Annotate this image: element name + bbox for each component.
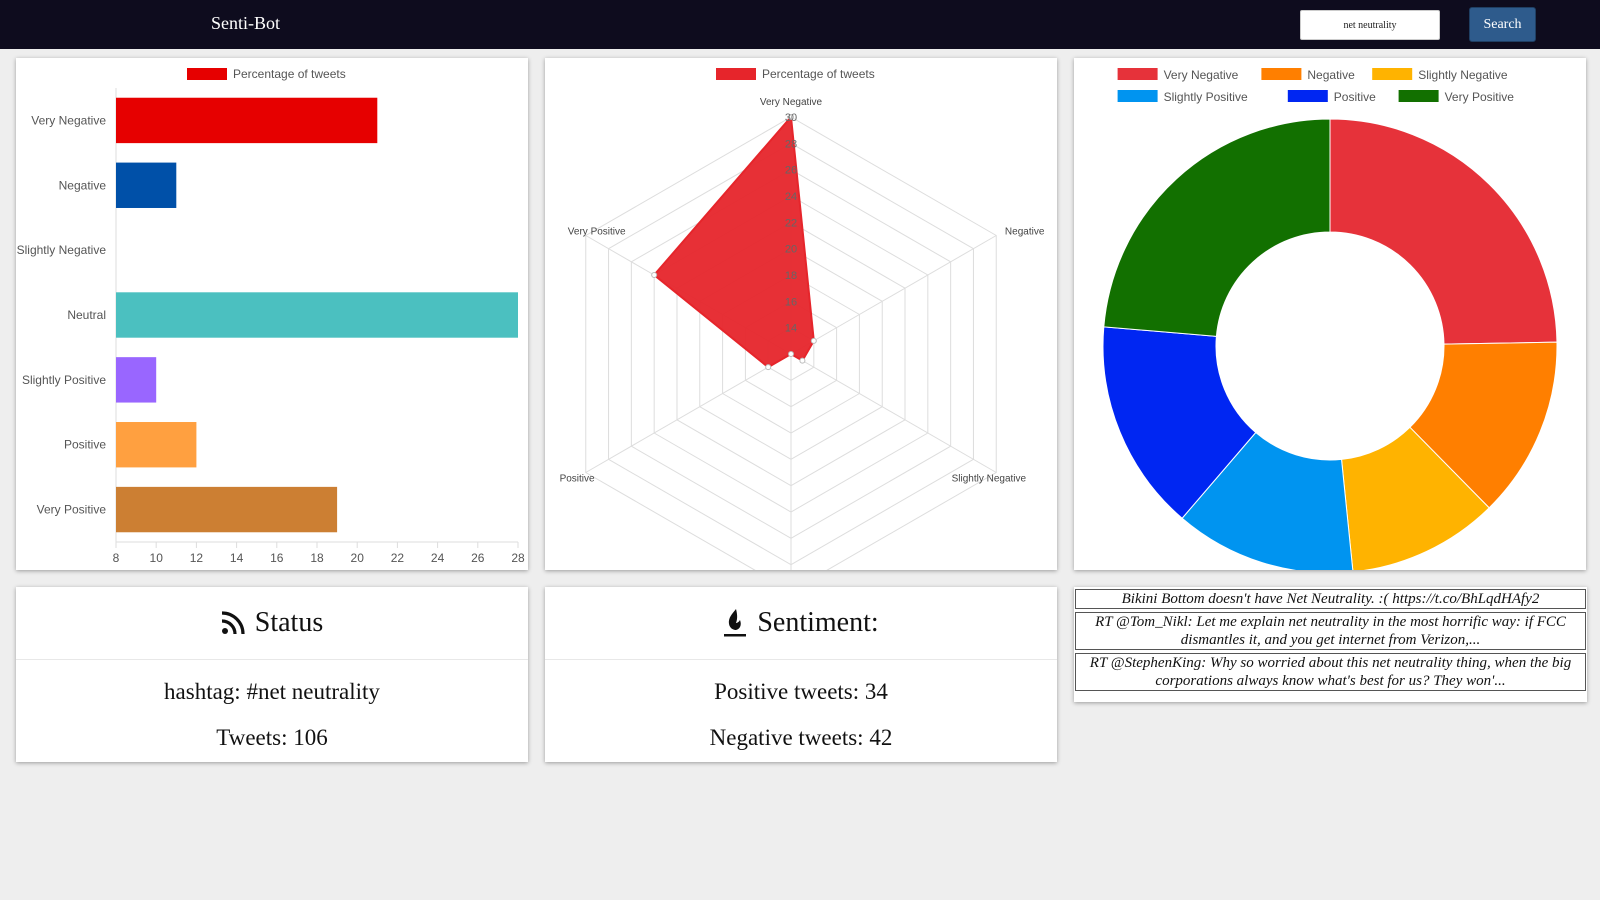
tweet-item[interactable]: RT @StephenKing: Why so worried about th… (1075, 653, 1586, 691)
sentiment-title: Sentiment: (757, 607, 879, 638)
brand-title[interactable]: Senti-Bot (211, 13, 280, 34)
tweet-item[interactable]: RT @Tom_Nikl: Let me explain net neutral… (1075, 612, 1586, 650)
tweet-item[interactable]: Bikini Bottom doesn't have Net Neutralit… (1075, 589, 1586, 609)
x-tick-label: 14 (230, 551, 244, 565)
x-tick-label: 22 (391, 551, 405, 565)
x-tick-label: 16 (270, 551, 284, 565)
legend-swatch (1117, 90, 1158, 102)
legend-label: Slightly Positive (1164, 90, 1248, 104)
bar (116, 357, 157, 403)
radar-point (799, 357, 806, 364)
y-tick-label: Slightly Positive (22, 373, 106, 387)
negative-count-text: Negative tweets: 42 (709, 725, 893, 750)
rss-icon (221, 611, 245, 635)
legend-label: Percentage of tweets (762, 67, 875, 81)
radar-chart: Percentage of tweets 14 16 18 20 22 24 26 28 30 Ve… (560, 67, 1045, 570)
bar-chart: Percentage of tweets Very Negative Negativ… (17, 67, 525, 565)
radar-spoke (790, 353, 997, 473)
radar-tick-label: 16 (785, 296, 797, 308)
legend-swatch (187, 68, 227, 80)
search-button[interactable]: Search (1469, 7, 1536, 42)
legend-swatch (716, 68, 756, 80)
positive-count-text: Positive tweets: 34 (714, 679, 888, 704)
x-tick-label: 20 (351, 551, 365, 565)
status-card: Status hashtag: #net neutrality Tweets: … (16, 587, 528, 762)
radar-tick-label: 24 (785, 191, 797, 203)
status-title: Status (254, 607, 324, 638)
legend-label: Positive (1334, 90, 1376, 104)
donut-slice (1103, 118, 1331, 337)
legend-swatch (1398, 90, 1439, 102)
donut-chart-card: Very Negative Negative Slightly Negative Sl… (1074, 58, 1586, 570)
search-input[interactable] (1300, 10, 1440, 40)
fire-icon (723, 608, 747, 638)
sentiment-card: Sentiment: Positive tweets: 34 Negative … (545, 587, 1057, 762)
radar-point-label: Slightly Negative (952, 474, 1027, 485)
x-tick-label: 10 (150, 551, 164, 565)
radar-tick-label: 18 (785, 270, 797, 282)
radar-point-label: Very Negative (760, 97, 823, 108)
radar-point (765, 364, 772, 371)
y-tick-label: Neutral (67, 308, 106, 322)
sentiment-header: Sentiment: (545, 587, 1057, 660)
bar (116, 486, 338, 533)
hashtag-text: hashtag: #net neutrality (164, 679, 380, 704)
legend-label: Slightly Negative (1418, 68, 1508, 82)
donut-chart: Very Negative Negative Slightly Negative Sl… (1102, 68, 1558, 570)
radar-tick-label: 20 (785, 244, 797, 256)
radar-point (651, 272, 658, 278)
radar-chart-card: Percentage of tweets 14 16 18 20 22 24 26 28 30 Ve… (545, 58, 1057, 570)
bar (116, 162, 177, 208)
legend-swatch (1372, 68, 1413, 80)
radar-point-label: Positive (560, 474, 595, 485)
radar-point (810, 337, 817, 344)
x-tick-label: 18 (310, 551, 324, 565)
bar (116, 97, 378, 144)
radar-tick-label: 26 (785, 165, 797, 177)
tweet-feed: Bikini Bottom doesn't have Net Neutralit… (1074, 587, 1587, 702)
bar (116, 292, 518, 338)
bar-chart-card: Percentage of tweets Very Negative Negativ… (16, 58, 528, 570)
status-header: Status (16, 587, 528, 660)
legend-label: Very Positive (1445, 90, 1515, 104)
radar-spoke (790, 235, 997, 355)
x-tick-label: 8 (113, 551, 120, 565)
radar-tick-label: 14 (785, 323, 797, 335)
radar-point-label: Very Positive (568, 227, 626, 238)
legend-label: Very Negative (1164, 68, 1239, 82)
x-tick-label: 26 (471, 551, 485, 565)
donut-slice (1329, 118, 1558, 345)
y-tick-label: Slightly Negative (17, 243, 107, 257)
radar-tick-label: 28 (785, 138, 797, 150)
radar-point-label: Negative (1005, 227, 1045, 238)
legend-label: Negative (1307, 68, 1355, 82)
x-tick-label: 24 (431, 551, 445, 565)
top-navbar: Senti-Bot Search (0, 0, 1600, 49)
tweet-count-text: Tweets: 106 (216, 725, 328, 750)
x-tick-label: 28 (511, 551, 525, 565)
y-tick-label: Negative (59, 178, 107, 192)
y-tick-label: Positive (64, 438, 106, 452)
radar-tick-label: 30 (785, 112, 797, 124)
y-tick-label: Very Positive (37, 503, 107, 517)
legend-swatch (1117, 68, 1158, 80)
legend-label: Percentage of tweets (233, 67, 346, 81)
legend-swatch (1261, 68, 1302, 80)
radar-point (788, 351, 794, 357)
x-tick-label: 12 (190, 551, 204, 565)
legend-swatch (1287, 90, 1328, 102)
bar (116, 422, 197, 468)
radar-tick-label: 22 (785, 217, 797, 229)
y-tick-label: Very Negative (31, 113, 106, 127)
radar-spoke (585, 353, 792, 473)
